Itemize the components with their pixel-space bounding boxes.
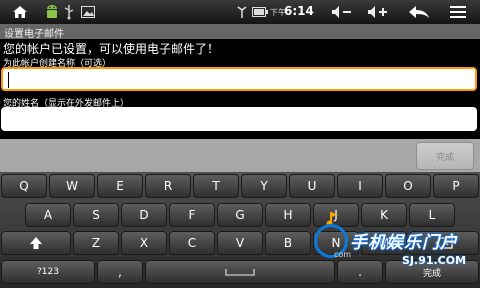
key-u[interactable]: U <box>289 174 335 198</box>
key-h[interactable]: H <box>265 203 311 227</box>
key-t[interactable]: T <box>193 174 239 198</box>
signal-icon <box>236 2 248 22</box>
key-d[interactable]: D <box>121 203 167 227</box>
battery-icon <box>252 2 268 22</box>
photo-icon <box>80 2 96 22</box>
key-q[interactable]: Q <box>1 174 47 198</box>
account-name-field[interactable] <box>1 67 477 91</box>
key-b[interactable]: B <box>265 231 311 255</box>
shift-icon <box>30 237 42 249</box>
key-e[interactable]: E <box>97 174 143 198</box>
home-icon[interactable] <box>10 2 30 22</box>
key-c[interactable]: C <box>169 231 215 255</box>
text-caret <box>8 72 9 88</box>
volume-down-icon[interactable] <box>330 2 354 22</box>
done-button[interactable]: 完成 <box>416 142 474 170</box>
key-f[interactable]: F <box>169 203 215 227</box>
key-a[interactable]: A <box>25 203 71 227</box>
comma-key[interactable]: , <box>97 260 143 284</box>
symbols-key[interactable]: ?123 <box>1 260 95 284</box>
key-r[interactable]: R <box>145 174 191 198</box>
key-o[interactable]: O <box>385 174 431 198</box>
page-title: 设置电子邮件 <box>4 29 64 40</box>
key-z[interactable]: Z <box>73 231 119 255</box>
volume-up-icon[interactable] <box>366 2 390 22</box>
shift-key[interactable] <box>1 231 71 255</box>
status-bar: 下午 6:14 <box>0 0 480 24</box>
key-y[interactable]: Y <box>241 174 287 198</box>
key-s[interactable]: S <box>73 203 119 227</box>
watermark-title: 手机娱乐门户 <box>350 233 458 253</box>
menu-icon[interactable] <box>448 2 468 22</box>
status-time: 6:14 <box>284 4 314 18</box>
content-area: 您的帐户已设置，可以使用电子邮件了！ 为此帐户创建名称（可选） 您的姓名（显示在… <box>0 39 480 139</box>
key-g[interactable]: G <box>217 203 263 227</box>
your-name-field[interactable] <box>1 107 477 131</box>
site-watermark: com 手机娱乐门户 SJ.91.COM <box>306 210 480 270</box>
key-w[interactable]: W <box>49 174 95 198</box>
key-i[interactable]: I <box>337 174 383 198</box>
key-v[interactable]: V <box>217 231 263 255</box>
title-bar: 设置电子邮件 <box>0 24 480 40</box>
action-bar: 完成 <box>0 139 480 172</box>
watermark-sub: com <box>334 250 352 259</box>
setup-complete-message: 您的帐户已设置，可以使用电子邮件了！ <box>3 42 220 56</box>
key-x[interactable]: X <box>121 231 167 255</box>
usb-icon <box>62 2 76 22</box>
space-icon <box>225 269 255 276</box>
watermark-url: SJ.91.COM <box>402 254 467 267</box>
key-p[interactable]: P <box>433 174 479 198</box>
android-icon <box>44 2 60 22</box>
back-icon[interactable] <box>406 2 432 22</box>
